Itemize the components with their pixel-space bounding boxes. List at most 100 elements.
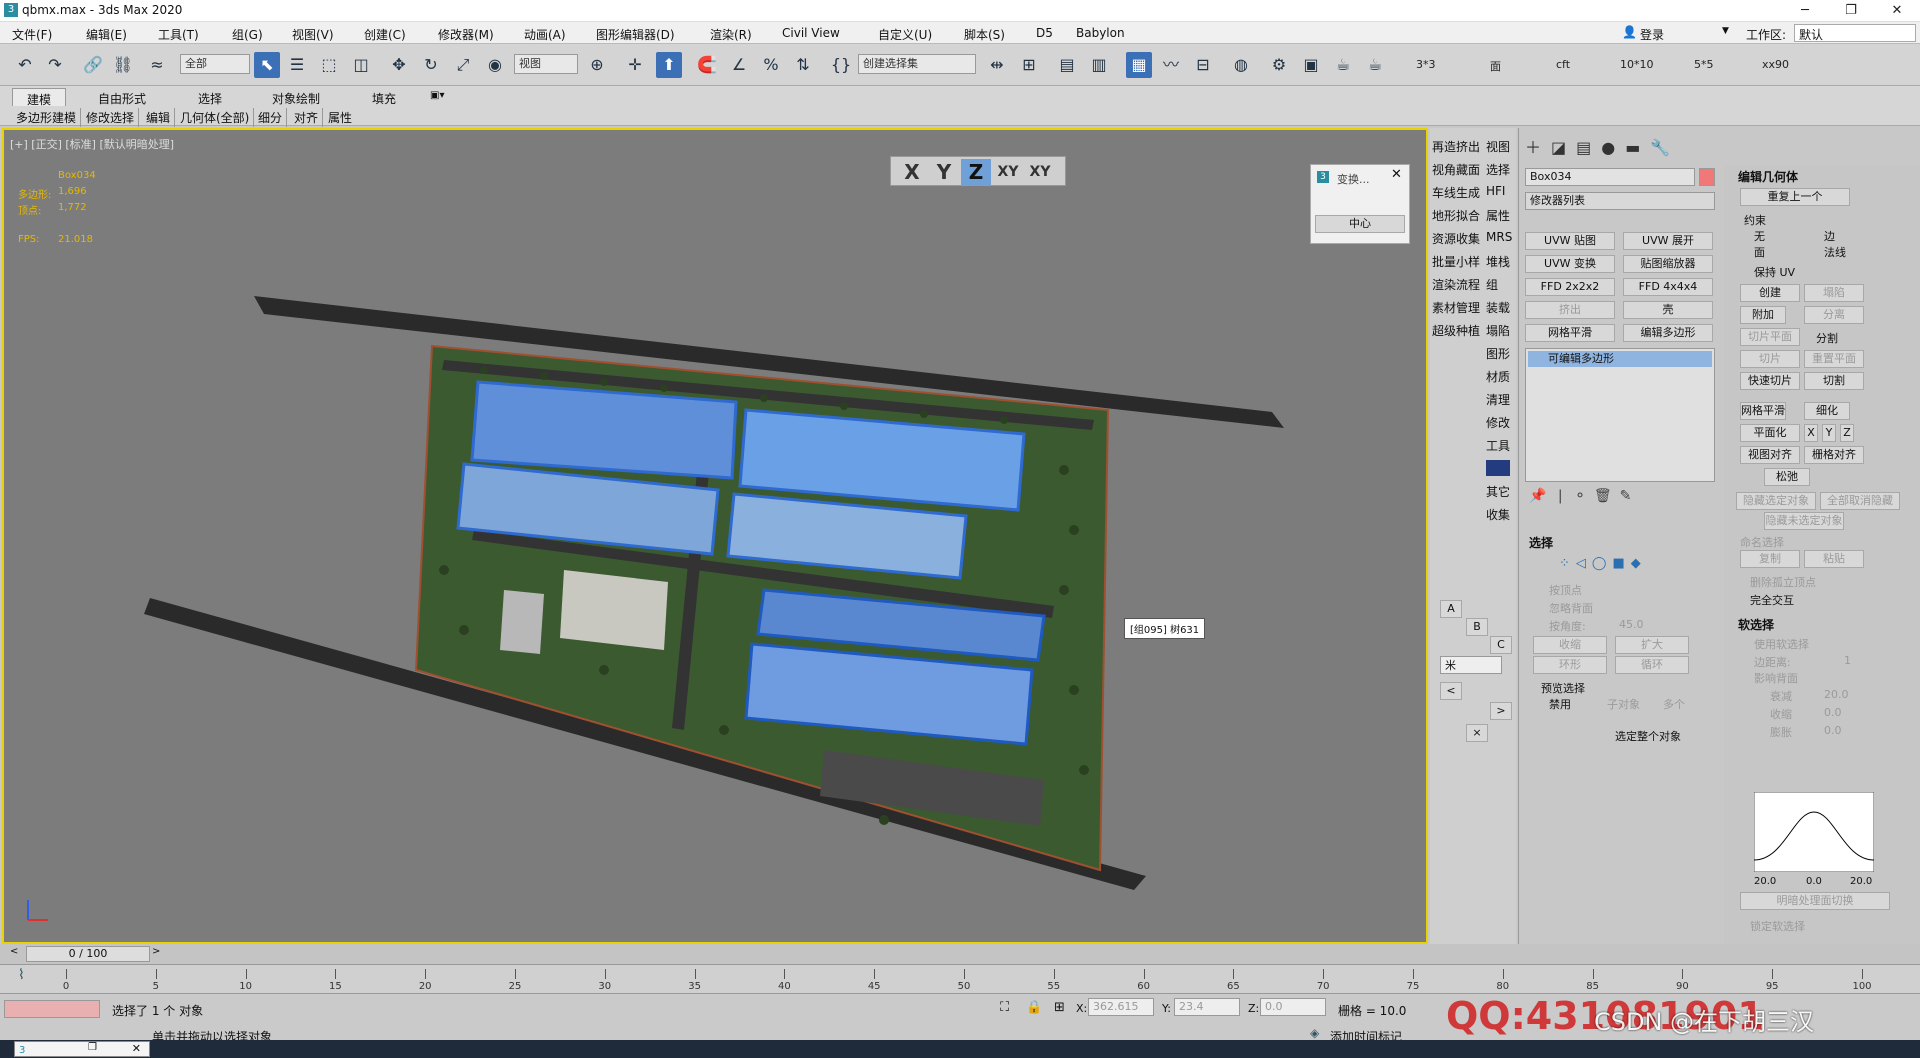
- reset-plane-button[interactable]: 重置平面: [1804, 350, 1864, 368]
- render-setup-icon[interactable]: ⚙: [1266, 52, 1292, 78]
- z-coordinate-field[interactable]: 0.0: [1260, 998, 1326, 1016]
- ribbon-options-icon[interactable]: ▣▾: [430, 90, 444, 101]
- script-button[interactable]: [1486, 460, 1510, 476]
- axis-z-button[interactable]: Z: [961, 159, 991, 185]
- ring-button[interactable]: 环形: [1533, 656, 1607, 674]
- time-slider-thumb[interactable]: 0 / 100: [26, 946, 150, 962]
- pinch-value[interactable]: 0.0: [1824, 706, 1842, 719]
- modifier-shortcut-button[interactable]: UVW 变换: [1525, 255, 1615, 273]
- y-coordinate-field[interactable]: 23.4: [1174, 998, 1240, 1016]
- track-bar[interactable]: ⌇ 0 5 10 15 20 25 30 35 40 45 50 55 60 65 70 75 80 85 90 95…: [0, 964, 1920, 994]
- modifier-shortcut-button[interactable]: 挤出: [1525, 301, 1615, 319]
- lock-soft-selection-checkbox[interactable]: 锁定软选择: [1750, 918, 1805, 934]
- relax-button[interactable]: 松弛: [1764, 468, 1810, 486]
- modifier-shortcut-button[interactable]: 网格平滑: [1525, 324, 1615, 342]
- time-tag-icon[interactable]: ◈: [1310, 1026, 1319, 1040]
- slice-button[interactable]: 切片: [1740, 350, 1800, 368]
- tab-modeling[interactable]: 建模: [12, 88, 67, 107]
- modifier-shortcut-button[interactable]: UVW 贴图: [1525, 232, 1615, 250]
- snaps-toggle-icon[interactable]: 🧲: [694, 52, 720, 78]
- meshsmooth-button[interactable]: 网格平滑: [1740, 402, 1786, 420]
- keyboard-shortcut-override-icon[interactable]: ⬆: [656, 52, 682, 78]
- custom-button-face[interactable]: 面: [1490, 58, 1501, 74]
- script-button[interactable]: 渲染流程: [1432, 276, 1480, 293]
- subtab-subdivision[interactable]: 细分: [254, 108, 288, 127]
- bubble-value[interactable]: 0.0: [1824, 724, 1842, 737]
- constraint-none-radio[interactable]: 无: [1754, 228, 1765, 244]
- subtab-properties[interactable]: 属性: [324, 108, 356, 127]
- menu-group[interactable]: 组(G): [228, 24, 267, 45]
- collapse-button[interactable]: 塌陷: [1804, 284, 1864, 302]
- layer-explorer-icon[interactable]: ▥: [1086, 52, 1112, 78]
- close-button[interactable]: ✕: [1874, 0, 1920, 22]
- arrow-right-button[interactable]: >: [1490, 702, 1512, 720]
- menu-rendering[interactable]: 渲染(R): [706, 24, 756, 45]
- login-button[interactable]: 登录: [1636, 24, 1668, 45]
- rendered-frame-icon[interactable]: ▣: [1298, 52, 1324, 78]
- selection-rollout-header[interactable]: 选择: [1529, 534, 1553, 551]
- menu-modifiers[interactable]: 修改器(M): [434, 24, 498, 45]
- custom-button-5x5[interactable]: 5*5: [1694, 58, 1714, 71]
- subtab-modify-selection[interactable]: 修改选择: [82, 108, 140, 127]
- script-button[interactable]: 组: [1486, 276, 1498, 293]
- script-button[interactable]: 再造挤出: [1432, 138, 1480, 155]
- menu-tools[interactable]: 工具(T): [154, 24, 203, 45]
- placement-icon[interactable]: ◉: [482, 52, 508, 78]
- curve-editor-icon[interactable]: 〰: [1158, 52, 1184, 78]
- scene-explorer-icon[interactable]: ▤: [1054, 52, 1080, 78]
- script-button[interactable]: 资源收集: [1432, 230, 1480, 247]
- menu-view[interactable]: 视图(V): [288, 24, 338, 45]
- shaded-face-toggle-button[interactable]: 明暗处理面切换: [1740, 892, 1890, 910]
- ribbon-toggle-icon[interactable]: ▦: [1126, 52, 1152, 78]
- menu-file[interactable]: 文件(F): [8, 24, 56, 45]
- small-button-a[interactable]: A: [1440, 600, 1462, 618]
- edit-named-selection-icon[interactable]: {}: [828, 52, 854, 78]
- modifier-shortcut-button[interactable]: UVW 展开: [1623, 232, 1713, 250]
- repeat-last-button[interactable]: 重复上一个: [1740, 188, 1850, 206]
- custom-button-cft[interactable]: cft: [1556, 58, 1570, 71]
- constraint-normal-radio[interactable]: 法线: [1824, 244, 1846, 260]
- move-icon[interactable]: ✥: [386, 52, 412, 78]
- minimize-button[interactable]: ─: [1782, 0, 1828, 22]
- menu-customize[interactable]: 自定义(U): [874, 24, 936, 45]
- script-button[interactable]: 收集: [1486, 506, 1510, 523]
- script-button[interactable]: 视角藏面: [1432, 161, 1480, 178]
- script-button[interactable]: 选择: [1486, 161, 1510, 178]
- link-icon[interactable]: 🔗: [80, 52, 106, 78]
- grid-align-button[interactable]: 栅格对齐: [1804, 446, 1864, 464]
- script-button[interactable]: 车线生成: [1432, 184, 1480, 201]
- axis-x-button[interactable]: X: [897, 159, 927, 185]
- select-by-name-icon[interactable]: ☰: [284, 52, 310, 78]
- percent-snap-icon[interactable]: %: [758, 52, 784, 78]
- axis-xy-lock-button[interactable]: XY: [1025, 159, 1055, 185]
- menu-create[interactable]: 创建(C): [360, 24, 410, 45]
- script-button[interactable]: 属性: [1486, 207, 1510, 224]
- script-button[interactable]: 工具: [1486, 437, 1510, 454]
- menu-civil-view[interactable]: Civil View: [778, 24, 844, 42]
- by-angle-checkbox[interactable]: 按角度:: [1549, 618, 1586, 634]
- curve-editor-mini-icon[interactable]: ⌇: [18, 967, 25, 983]
- tab-populate[interactable]: 填充: [358, 88, 410, 106]
- preview-subobject-radio[interactable]: 子对象: [1607, 696, 1640, 712]
- script-button[interactable]: 视图: [1486, 138, 1510, 155]
- preview-multi-radio[interactable]: 多个: [1663, 696, 1685, 712]
- custom-button-10x10[interactable]: 10*10: [1620, 58, 1654, 71]
- maximize-button[interactable]: ❐: [1828, 0, 1874, 22]
- window-crossing-icon[interactable]: ◫: [348, 52, 374, 78]
- angle-value[interactable]: 45.0: [1619, 618, 1644, 631]
- split-checkbox[interactable]: 分割: [1816, 330, 1838, 346]
- unhide-all-button[interactable]: 全部取消隐藏: [1820, 492, 1900, 510]
- script-button[interactable]: 堆栈: [1486, 253, 1510, 270]
- script-button[interactable]: MRS: [1486, 230, 1512, 244]
- rectangular-selection-icon[interactable]: ⬚: [316, 52, 342, 78]
- render-production-icon[interactable]: ☕: [1330, 52, 1356, 78]
- scene-site-plan[interactable]: [4, 130, 1428, 944]
- named-selection-select[interactable]: 创建选择集: [858, 54, 976, 74]
- script-button[interactable]: 清理: [1486, 391, 1510, 408]
- small-button-c[interactable]: C: [1490, 636, 1512, 654]
- script-button[interactable]: 地形拟合: [1432, 207, 1480, 224]
- soft-selection-header[interactable]: 软选择: [1738, 616, 1774, 633]
- planar-z-button[interactable]: Z: [1840, 424, 1854, 442]
- rotate-icon[interactable]: ↻: [418, 52, 444, 78]
- menu-scripting[interactable]: 脚本(S): [960, 24, 1009, 45]
